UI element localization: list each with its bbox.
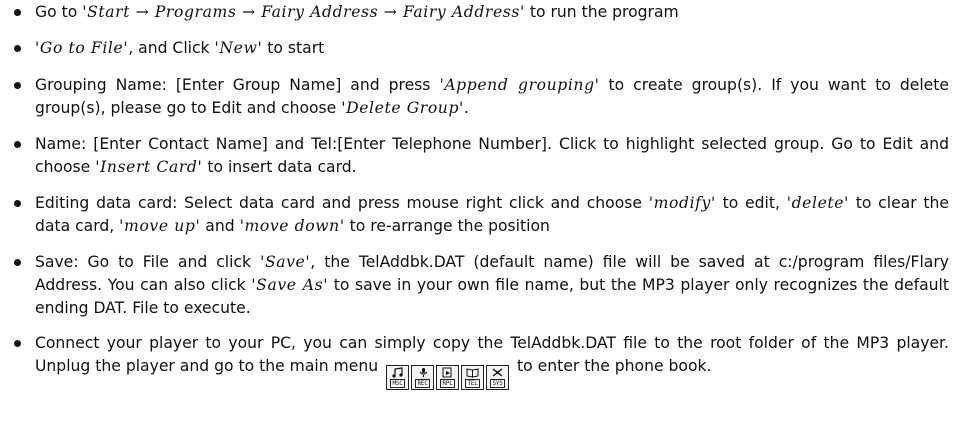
menu-icon-label: MSC: [390, 379, 405, 388]
instruction-text: 'Go to File', and Click 'New' to start: [35, 37, 949, 60]
command-text: 'Save As': [251, 276, 329, 294]
instruction-segment: to re-arrange the position: [344, 217, 550, 235]
instruction-text: Name: [Enter Contact Name] and Tel:[Ente…: [35, 133, 949, 179]
instruction-item: 'Go to File', and Click 'New' to start: [14, 37, 949, 60]
command-text: 'move down': [239, 217, 345, 235]
instruction-item: Save: Go to File and click 'Save', the T…: [14, 251, 949, 320]
main-menu-icons: MSC REC RPL TEL SYS: [386, 365, 510, 390]
instruction-item: Editing data card: Select data card and …: [14, 192, 949, 238]
command-text: 'New': [214, 39, 263, 57]
menu-icon-label: RPL: [440, 379, 455, 388]
instruction-segment: Editing data card: Select data card and …: [35, 194, 649, 212]
instruction-text: Grouping Name: [Enter Group Name] and pr…: [35, 74, 949, 120]
instruction-segment: Grouping Name: [Enter Group Name] and pr…: [35, 76, 440, 94]
command-text: 'Save': [260, 253, 311, 271]
replay-icon: RPL: [436, 365, 460, 390]
bullet-icon: [14, 340, 21, 347]
instruction-segment: to start: [262, 39, 325, 57]
instruction-segment: .: [463, 99, 469, 117]
instruction-text: Connect your player to your PC, you can …: [35, 332, 949, 390]
instruction-segment: and: [200, 217, 240, 235]
command-text: 'modify': [648, 194, 716, 212]
instruction-segment: to enter the phone book.: [517, 357, 712, 375]
instruction-segment: Go to: [35, 3, 83, 21]
instruction-item: Grouping Name: [Enter Group Name] and pr…: [14, 74, 949, 120]
system-icon: SYS: [486, 365, 510, 390]
bullet-icon: [14, 45, 21, 52]
instruction-item: Go to 'Start → Programs → Fairy Address …: [14, 1, 949, 24]
phonebook-icon: TEL: [461, 365, 485, 390]
menu-icon-label: SYS: [490, 379, 505, 388]
command-text: 'Delete Group': [341, 99, 464, 117]
instruction-item: Name: [Enter Contact Name] and Tel:[Ente…: [14, 133, 949, 179]
microphone-icon: REC: [411, 365, 435, 390]
command-text: 'Append grouping': [439, 76, 600, 94]
command-text: 'Start → Programs → Fairy Address → Fair…: [82, 3, 525, 21]
command-text: 'delete': [786, 194, 849, 212]
instruction-segment: to run the program: [524, 3, 679, 21]
instruction-text: Go to 'Start → Programs → Fairy Address …: [35, 1, 949, 24]
bullet-icon: [14, 200, 21, 207]
instruction-segment: Save: Go to File and click: [35, 253, 261, 271]
instruction-text: Editing data card: Select data card and …: [35, 192, 949, 238]
command-text: 'move up': [119, 217, 201, 235]
instruction-item: Connect your player to your PC, you can …: [14, 332, 949, 390]
command-text: 'Insert Card': [95, 158, 203, 176]
bullet-icon: [14, 9, 21, 16]
instruction-segment: to edit,: [715, 194, 787, 212]
menu-icon-label: TEL: [465, 379, 480, 388]
instruction-segment: to insert data card.: [202, 158, 357, 176]
document-page: Go to 'Start → Programs → Fairy Address …: [0, 0, 964, 445]
instruction-segment: , and Click: [128, 39, 215, 57]
bullet-icon: [14, 141, 21, 148]
bullet-icon: [14, 82, 21, 89]
bullet-icon: [14, 259, 21, 266]
instruction-text: Save: Go to File and click 'Save', the T…: [35, 251, 949, 320]
menu-icon-label: REC: [415, 379, 430, 388]
music-note-icon: MSC: [386, 365, 410, 390]
command-text: 'Go to File': [35, 39, 129, 57]
